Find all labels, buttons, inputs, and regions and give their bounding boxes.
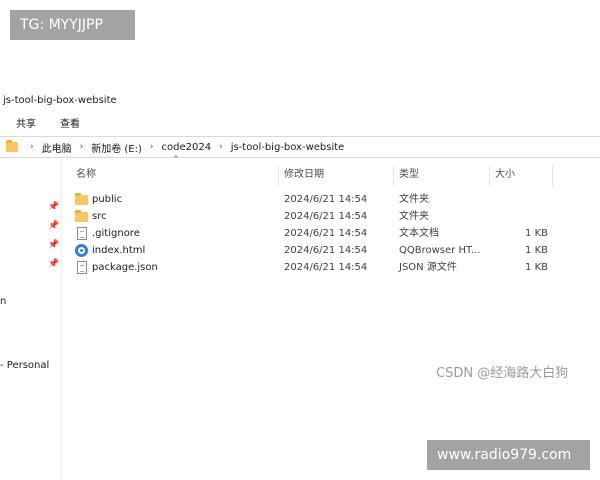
column-header-type[interactable]: 类型: [393, 164, 419, 186]
pin-icon[interactable]: 📌: [48, 202, 59, 212]
folder-icon: [75, 210, 88, 222]
file-date: 2024/6/21 14:54: [284, 228, 368, 239]
file-size: 1 KB: [525, 262, 548, 273]
sidebar-item-fragment[interactable]: n: [0, 296, 6, 307]
pin-icon[interactable]: 📌: [48, 259, 59, 269]
file-row-public[interactable]: public 2024/6/21 14:54 文件夹: [62, 191, 600, 208]
window-title: js-tool-big-box-website: [3, 95, 117, 106]
watermark-top-left: TG: MYYJJPP: [10, 10, 135, 40]
tab-view[interactable]: 查看: [52, 115, 88, 130]
file-date: 2024/6/21 14:54: [284, 211, 368, 222]
file-row-index-html[interactable]: index.html 2024/6/21 14:54 QQBrowser HT.…: [62, 242, 600, 259]
text-file-icon: [77, 227, 87, 240]
file-type: 文件夹: [399, 211, 429, 222]
file-name: public: [92, 194, 123, 205]
ribbon-tabs: 共享 查看: [0, 112, 600, 132]
breadcrumb-project[interactable]: js-tool-big-box-website: [231, 142, 345, 153]
breadcrumb-drive-e[interactable]: 新加卷 (E:): [91, 140, 142, 155]
file-type: 文件夹: [399, 194, 429, 205]
json-file-icon: [77, 261, 87, 274]
navigation-pane: 📌 📌 📌 📌 n - Personal: [0, 160, 62, 480]
pin-icon[interactable]: 📌: [48, 221, 59, 231]
column-header-date[interactable]: 修改日期: [278, 164, 324, 186]
file-date: 2024/6/21 14:54: [284, 245, 368, 256]
file-date: 2024/6/21 14:54: [284, 194, 368, 205]
browser-html-icon: [75, 244, 88, 257]
column-divider[interactable]: [552, 166, 553, 186]
column-header-row: ⌃ 名称 修改日期 类型 大小: [62, 155, 600, 188]
address-bar[interactable]: › 此电脑 › 新加卷 (E:) › code2024 › js-tool-bi…: [0, 136, 600, 158]
file-type: QQBrowser HT...: [399, 245, 481, 256]
breadcrumb-code2024[interactable]: code2024: [162, 142, 212, 153]
file-size: 1 KB: [525, 245, 548, 256]
chevron-right-icon[interactable]: ›: [150, 142, 154, 152]
file-name: src: [92, 211, 107, 222]
file-name: .gitignore: [92, 228, 140, 239]
file-type: JSON 源文件: [399, 262, 457, 273]
file-name: index.html: [92, 245, 146, 256]
folder-icon: [6, 140, 18, 152]
column-header-name[interactable]: 名称: [70, 164, 96, 186]
file-name: package.json: [92, 262, 158, 273]
file-row-gitignore[interactable]: .gitignore 2024/6/21 14:54 文本文档 1 KB: [62, 225, 600, 242]
chevron-right-icon[interactable]: ›: [30, 142, 34, 152]
file-type: 文本文档: [399, 228, 439, 239]
tab-share[interactable]: 共享: [8, 115, 44, 130]
file-size: 1 KB: [525, 228, 548, 239]
breadcrumb-this-pc[interactable]: 此电脑: [42, 140, 72, 155]
file-row-package-json[interactable]: package.json 2024/6/21 14:54 JSON 源文件 1 …: [62, 259, 600, 276]
file-date: 2024/6/21 14:54: [284, 262, 368, 273]
sidebar-item-onedrive-personal[interactable]: - Personal: [0, 360, 49, 371]
pin-icon[interactable]: 📌: [48, 240, 59, 250]
watermark-bottom-right: www.radio979.com: [427, 440, 590, 470]
chevron-right-icon[interactable]: ›: [80, 142, 84, 152]
chevron-right-icon[interactable]: ›: [219, 142, 223, 152]
watermark-csdn: CSDN @经海路大白狗: [436, 366, 569, 381]
sort-ascending-icon: ⌃: [172, 155, 180, 165]
column-header-size[interactable]: 大小: [489, 164, 515, 186]
folder-icon: [75, 193, 88, 205]
file-row-src[interactable]: src 2024/6/21 14:54 文件夹: [62, 208, 600, 225]
